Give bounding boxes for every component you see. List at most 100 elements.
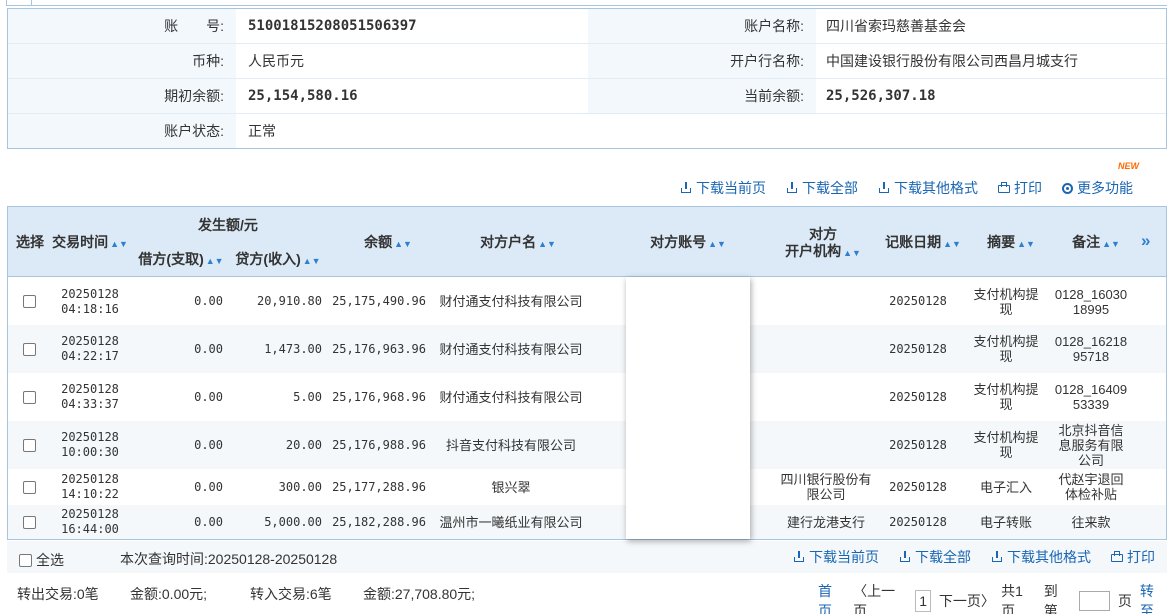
col-remark-label: 备注 [1072,234,1101,250]
tab-remnant[interactable] [6,0,32,6]
download-other-button[interactable]: 下载其他格式 [878,178,978,198]
goto-label: 到第 [1043,583,1058,614]
col-select: 选择 [16,234,44,250]
download-page-label: 下载当前页 [809,549,879,565]
row-checkbox[interactable] [22,342,36,356]
download-other-label: 下载其他格式 [1007,549,1091,565]
select-all[interactable]: 全选 [19,550,64,570]
col-party-bank[interactable]: 对方 开户机构 ▲▼ [768,226,878,262]
select-all-checkbox[interactable] [19,553,32,567]
row-checkbox[interactable] [22,438,36,452]
table-row[interactable]: 20250128 04:22:17 0.00 1,473.00 25,176,963.9… [8,325,1166,373]
account-name-label: 账户名称: [588,9,816,43]
cell-post-date: 20250128 [889,341,947,356]
download-page-button-bottom[interactable]: 下载当前页 [793,547,879,567]
print-button-bottom[interactable]: 打印 [1111,547,1155,567]
col-credit[interactable]: 贷方(收入) ▲▼ [230,251,326,270]
col-debit-label: 借方(支取) [138,251,204,267]
page-unit-label: 页 [1117,593,1132,609]
download-all-button-bottom[interactable]: 下载全部 [899,547,971,567]
cell-date-part: 20250128 [61,382,119,396]
download-all-label: 下载全部 [915,549,971,565]
cell-time-part: 10:00:30 [61,445,119,459]
table-row[interactable]: 20250128 16:44:00 0.00 5,000.00 25,182,288.9… [8,505,1166,539]
summary-bar: 转出交易:0笔 金额:0.00元; 转入交易:6笔 金额:27,708.80元;… [7,575,1167,614]
cell-party-name: 银兴翠 [491,479,531,495]
print-label: 打印 [1127,549,1155,565]
download-other-label: 下载其他格式 [894,180,978,196]
transaction-table: 选择 交易时间 ▲▼ 发生额/元 借方(支取) ▲▼ 贷方(收入) ▲▼ 余额 ▲▼ 对… [7,206,1167,540]
row-checkbox[interactable] [22,295,36,308]
query-time: 本次查询时间:20250128-20250128 [120,551,338,567]
first-page-link[interactable]: 首页 [818,581,845,614]
cell-balance: 25,177,288.96 [332,479,426,494]
col-debit[interactable]: 借方(支取) ▲▼ [133,251,229,270]
cell-summary: 电子转账 [979,514,1032,530]
row-checkbox[interactable] [22,390,36,404]
table-row[interactable]: 20250128 04:33:37 0.00 5.00 25,176,968.96 财付通… [8,373,1166,421]
sort-icon: ▲▼ [843,248,861,258]
cell-post-date: 20250128 [889,437,947,452]
printer-icon [998,182,1010,194]
col-time[interactable]: 交易时间 ▲▼ [52,234,128,253]
current-page[interactable]: 1 [915,590,931,612]
cell-post-date: 20250128 [889,479,947,494]
download-icon [680,182,692,194]
table-row[interactable]: 20250128 10:00:30 0.00 20.00 25,176,988.96 抖音… [8,421,1166,469]
print-label: 打印 [1014,180,1042,196]
download-all-button[interactable]: 下载全部 [786,178,858,198]
table-header: 选择 交易时间 ▲▼ 发生额/元 借方(支取) ▲▼ 贷方(收入) ▲▼ 余额 ▲▼ 对… [8,207,1166,277]
cell-time: 20250128 04:22:17 [52,325,128,373]
info-row-currency: 币种: 人民币元 开户行名称: 中国建设银行股份有限公司西昌月城支行 [8,44,1166,79]
bottom-toolbar: 下载当前页 下载全部 下载其他格式 打印 [793,543,1155,567]
col-summary-label: 摘要 [987,234,1016,250]
expand-columns-icon[interactable]: » [1141,231,1150,251]
col-summary[interactable]: 摘要 ▲▼ [973,234,1049,253]
col-time-label: 交易时间 [52,234,109,250]
cell-remark: 0128_16030 18995 [1054,286,1128,317]
info-row-account: 账 号: 51001815208051506397 账户名称: 四川省索玛慈善基… [8,9,1166,44]
col-post-date[interactable]: 记账日期 ▲▼ [883,234,963,253]
cell-remark: 0128_16218 95718 [1054,334,1128,364]
print-button[interactable]: 打印 [998,178,1042,198]
col-remark[interactable]: 备注 ▲▼ [1056,234,1136,253]
row-select-cell [18,505,40,539]
row-checkbox[interactable] [22,480,36,494]
top-toolbar: 下载当前页 下载全部 下载其他格式 打印 更多功能 [680,170,1133,198]
cell-time: 20250128 10:00:30 [52,421,128,469]
goto-page-input[interactable] [1078,591,1110,611]
cell-debit: 0.00 [194,294,223,308]
download-page-button[interactable]: 下载当前页 [680,178,766,198]
download-icon [899,551,911,563]
row-checkbox[interactable] [22,515,36,529]
col-party-name[interactable]: 对方户名 ▲▼ [448,234,588,253]
col-balance[interactable]: 余额 ▲▼ [338,234,438,253]
sort-icon: ▲▼ [708,239,726,249]
cell-time-part: 04:22:17 [61,349,119,363]
prev-page-link[interactable]: 〈上一页 [853,581,907,614]
row-select-cell [18,469,40,505]
cell-time: 20250128 04:33:37 [52,373,128,421]
cell-debit: 0.00 [194,437,223,452]
go-button[interactable]: 转至 [1140,581,1167,614]
cell-remark: 北京抖音信息服务有限公司 [1058,422,1124,468]
cell-date-part: 20250128 [61,334,119,348]
next-page-link[interactable]: 下一页〉 [939,591,995,611]
cell-credit: 20.00 [285,437,322,452]
download-all-label: 下载全部 [802,180,858,196]
table-row[interactable]: 20250128 04:18:16 0.00 20,910.80 25,175,490.… [8,278,1166,325]
download-other-button-bottom[interactable]: 下载其他格式 [991,547,1091,567]
sort-icon: ▲▼ [394,239,412,249]
cell-party-name: 财付通支付科技有限公司 [439,294,583,309]
cell-time-part: 04:33:37 [61,397,119,411]
cell-date-part: 20250128 [61,286,119,301]
in-amount: 金额:27,708.80元; [363,586,476,602]
more-functions-button[interactable]: 更多功能 [1062,178,1133,198]
col-party-account-label: 对方账号 [650,234,707,250]
col-party-account[interactable]: 对方账号 ▲▼ [608,234,768,253]
cell-time: 20250128 04:18:16 [52,278,128,325]
cell-date-part: 20250128 [61,472,119,486]
table-row[interactable]: 20250128 14:10:22 0.00 300.00 25,177,288.96 银… [8,469,1166,505]
more-functions-label: 更多功能 [1077,180,1133,196]
sort-icon: ▲▼ [205,256,224,266]
